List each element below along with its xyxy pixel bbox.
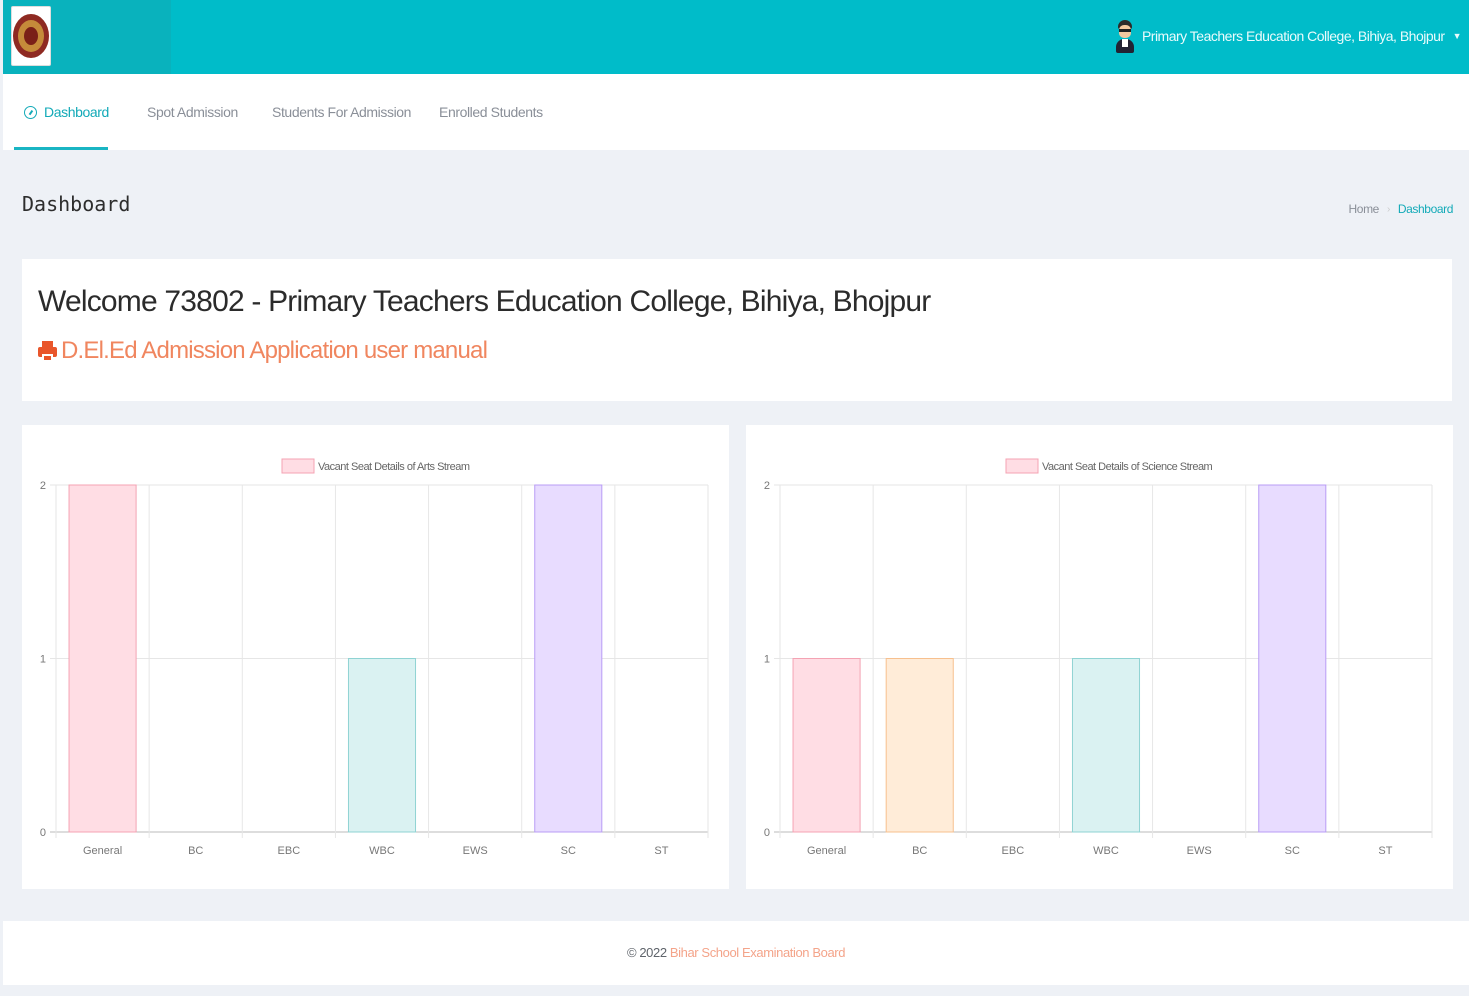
x-tick-label: General [807, 845, 846, 857]
arts-stream-chart: Vacant Seat Details of Arts Stream 0 1 2 Gen… [40, 458, 709, 857]
x-tick-label: BC [188, 845, 203, 857]
tab-dashboard[interactable]: Dashboard [14, 74, 109, 150]
science-stream-chart-card: Vacant Seat Details of Science Stream 0 1 2… [746, 425, 1453, 889]
tab-label: Students For Admission [272, 104, 412, 120]
footer: © 2022 Bihar School Examination Board [3, 921, 1469, 985]
legend-label: Vacant Seat Details of Science Stream [1042, 461, 1213, 473]
tab-students-for-admission[interactable]: Students For Admission [272, 74, 411, 150]
x-tick-label: EBC [1002, 845, 1025, 857]
x-tick-label: EWS [463, 845, 488, 857]
footer-org-link[interactable]: Bihar School Examination Board [670, 945, 846, 960]
tab-label: Dashboard [44, 104, 109, 120]
footer-copyright: © 2022 [626, 945, 667, 960]
breadcrumb: Home › Dashboard [1349, 202, 1454, 216]
x-tick-label: WBC [1093, 845, 1119, 857]
welcome-title: Welcome 73802 - Primary Teachers Educati… [38, 285, 931, 318]
user-name: Primary Teachers Education College, Bihi… [1141, 28, 1445, 44]
y-tick-label: 2 [40, 480, 46, 492]
chevron-down-icon: ▼ [1452, 31, 1462, 41]
user-manual-label: D.El.Ed Admission Application user manua… [61, 337, 488, 364]
tab-label: Enrolled Students [439, 104, 543, 120]
user-manual-link[interactable]: D.El.Ed Admission Application user manua… [38, 337, 488, 365]
page-title: Dashboard [22, 192, 131, 216]
main-nav: Dashboard Spot Admission Students For Ad… [3, 74, 1469, 150]
breadcrumb-home[interactable]: Home [1349, 202, 1380, 216]
bar-general [792, 658, 861, 833]
bar-wbc [347, 658, 417, 833]
tab-label: Spot Admission [147, 104, 238, 120]
bar-bc [885, 658, 954, 833]
science-stream-chart: Vacant Seat Details of Science Stream 0 1 2… [764, 458, 1433, 857]
bar-general [68, 484, 137, 833]
x-tick-label: BC [912, 845, 927, 857]
bar-wbc [1071, 658, 1141, 833]
legend-swatch [281, 458, 315, 474]
breadcrumb-current: Dashboard [1397, 202, 1454, 216]
bar-sc [534, 484, 603, 833]
x-tick-label: General [83, 845, 122, 857]
logo-area [3, 0, 171, 74]
print-icon [38, 340, 57, 362]
y-tick-label: 1 [40, 654, 46, 666]
tab-spot-admission[interactable]: Spot Admission [147, 74, 238, 150]
legend-swatch [1005, 458, 1039, 474]
x-tick-label: WBC [369, 845, 395, 857]
x-tick-label: ST [1378, 845, 1392, 857]
x-tick-label: SC [561, 845, 576, 857]
active-tab-indicator [14, 147, 108, 150]
top-bar: Primary Teachers Education College, Bihi… [3, 0, 1469, 74]
breadcrumb-separator-icon: › [1386, 203, 1390, 215]
bseb-logo[interactable] [11, 6, 51, 66]
y-tick-label: 2 [764, 480, 770, 492]
user-avatar-icon [1114, 18, 1136, 54]
user-menu[interactable]: Primary Teachers Education College, Bihi… [1114, 18, 1462, 54]
bar-sc [1258, 484, 1327, 833]
welcome-card: Welcome 73802 - Primary Teachers Educati… [22, 259, 1452, 401]
arts-stream-chart-card: Vacant Seat Details of Arts Stream 0 1 2 Gen… [22, 425, 729, 889]
tab-enrolled-students[interactable]: Enrolled Students [439, 74, 543, 150]
dashboard-gauge-icon [24, 105, 37, 119]
x-tick-label: ST [654, 845, 668, 857]
footer-text: © 2022 Bihar School Examination Board [3, 945, 1469, 960]
x-tick-label: EBC [278, 845, 301, 857]
x-tick-label: EWS [1187, 845, 1212, 857]
legend-label: Vacant Seat Details of Arts Stream [318, 461, 470, 473]
x-tick-label: SC [1285, 845, 1300, 857]
y-tick-label: 0 [764, 827, 770, 839]
y-tick-label: 0 [40, 827, 46, 839]
y-tick-label: 1 [764, 654, 770, 666]
